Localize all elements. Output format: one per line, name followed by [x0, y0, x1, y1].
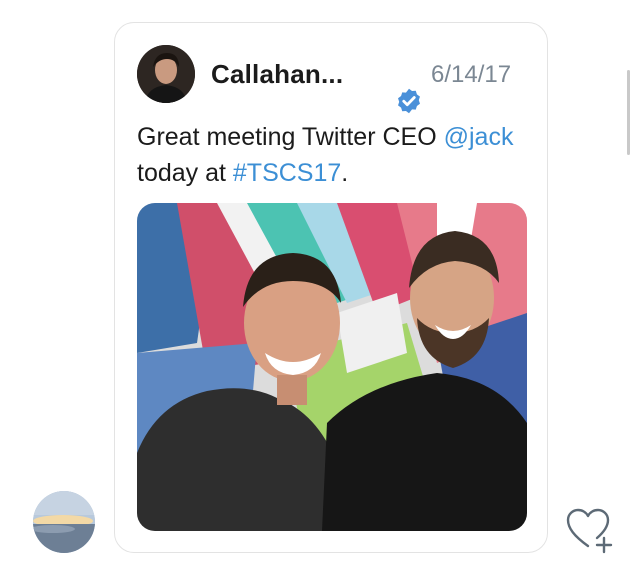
scrollbar[interactable]: [627, 70, 630, 155]
tweet-text: Great meeting Twitter CEO @jack today at…: [137, 119, 537, 191]
author-name[interactable]: Callahan...: [211, 59, 343, 90]
verified-badge-icon: [398, 88, 420, 114]
tweet-text-middle: today at: [137, 159, 226, 187]
mention-link[interactable]: @jack: [444, 123, 514, 151]
user-avatar[interactable]: [33, 491, 95, 553]
tweet-date: 6/14/17: [431, 61, 512, 88]
tweet-header: Callahan... 6/14/17: [137, 45, 537, 114]
tweet-text-end: .: [341, 159, 349, 187]
hashtag-link[interactable]: #TSCS17: [233, 159, 341, 187]
message-bubble[interactable]: Callahan... 6/14/17 Great meeting Twitte…: [114, 22, 548, 553]
author-avatar[interactable]: [137, 45, 195, 103]
tweet-photo[interactable]: [137, 203, 527, 531]
heart-plus-icon[interactable]: [566, 508, 614, 554]
tweet-text-start: Great meeting Twitter CEO: [137, 123, 437, 151]
